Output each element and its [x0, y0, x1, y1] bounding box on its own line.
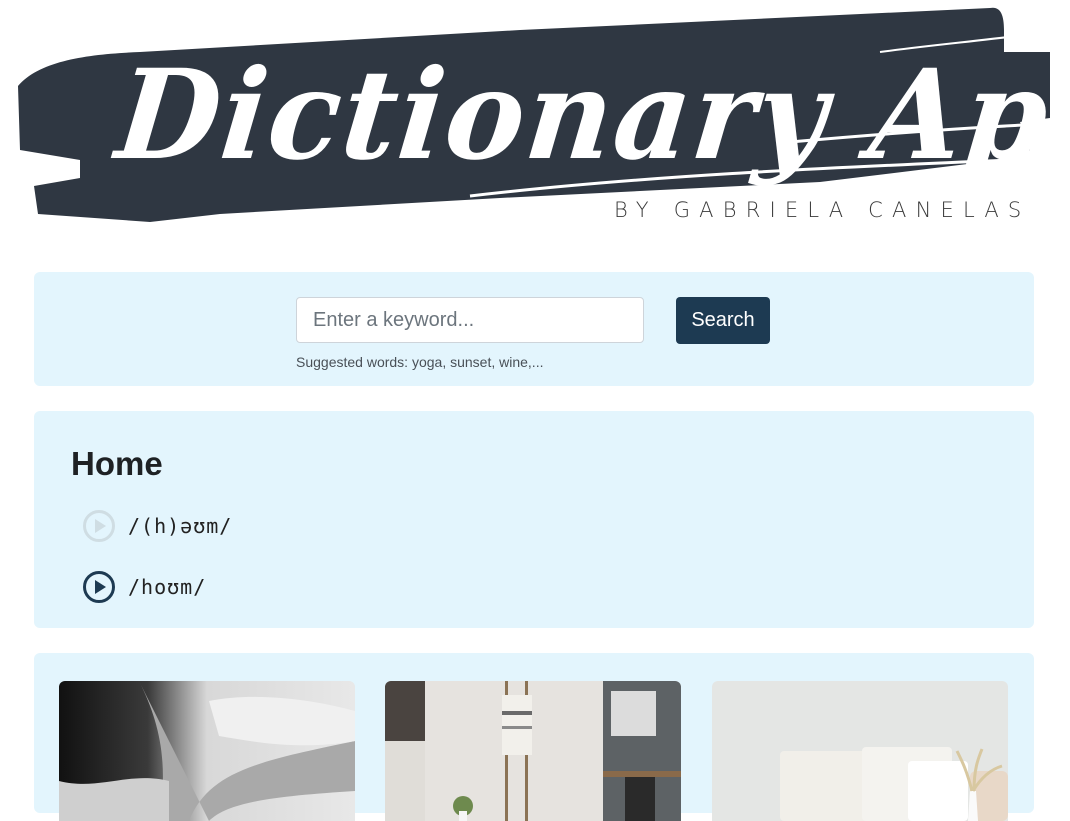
- result-word: Home: [71, 445, 163, 482]
- photo-pillows[interactable]: [712, 681, 1008, 821]
- photos-panel: [34, 653, 1034, 821]
- photo-bed-people[interactable]: [59, 681, 355, 821]
- search-input[interactable]: [296, 297, 644, 343]
- result-panel: Home /(h)əʊm/ /hoʊm/: [34, 411, 1034, 628]
- phonetic-text: /hoʊm/: [128, 575, 207, 599]
- suggested-words-hint: Suggested words: yoga, sunset, wine,...: [296, 354, 544, 370]
- play-circle-icon[interactable]: [82, 570, 116, 604]
- phonetic-item: /hoʊm/: [82, 570, 206, 604]
- play-circle-icon[interactable]: [82, 509, 116, 543]
- photo-ladder-room[interactable]: [385, 681, 681, 821]
- app-byline: BY GABRIELA CANELAS: [614, 198, 1031, 222]
- phonetic-text: /(h)əʊm/: [128, 514, 233, 538]
- search-button[interactable]: Search: [676, 297, 770, 344]
- app-title: Dictionary App: [110, 41, 1070, 188]
- app-logo: Dictionary App BY GABRIELA CANELAS: [0, 0, 1070, 240]
- search-panel: Search Suggested words: yoga, sunset, wi…: [34, 272, 1034, 386]
- phonetic-item: /(h)əʊm/: [82, 509, 232, 543]
